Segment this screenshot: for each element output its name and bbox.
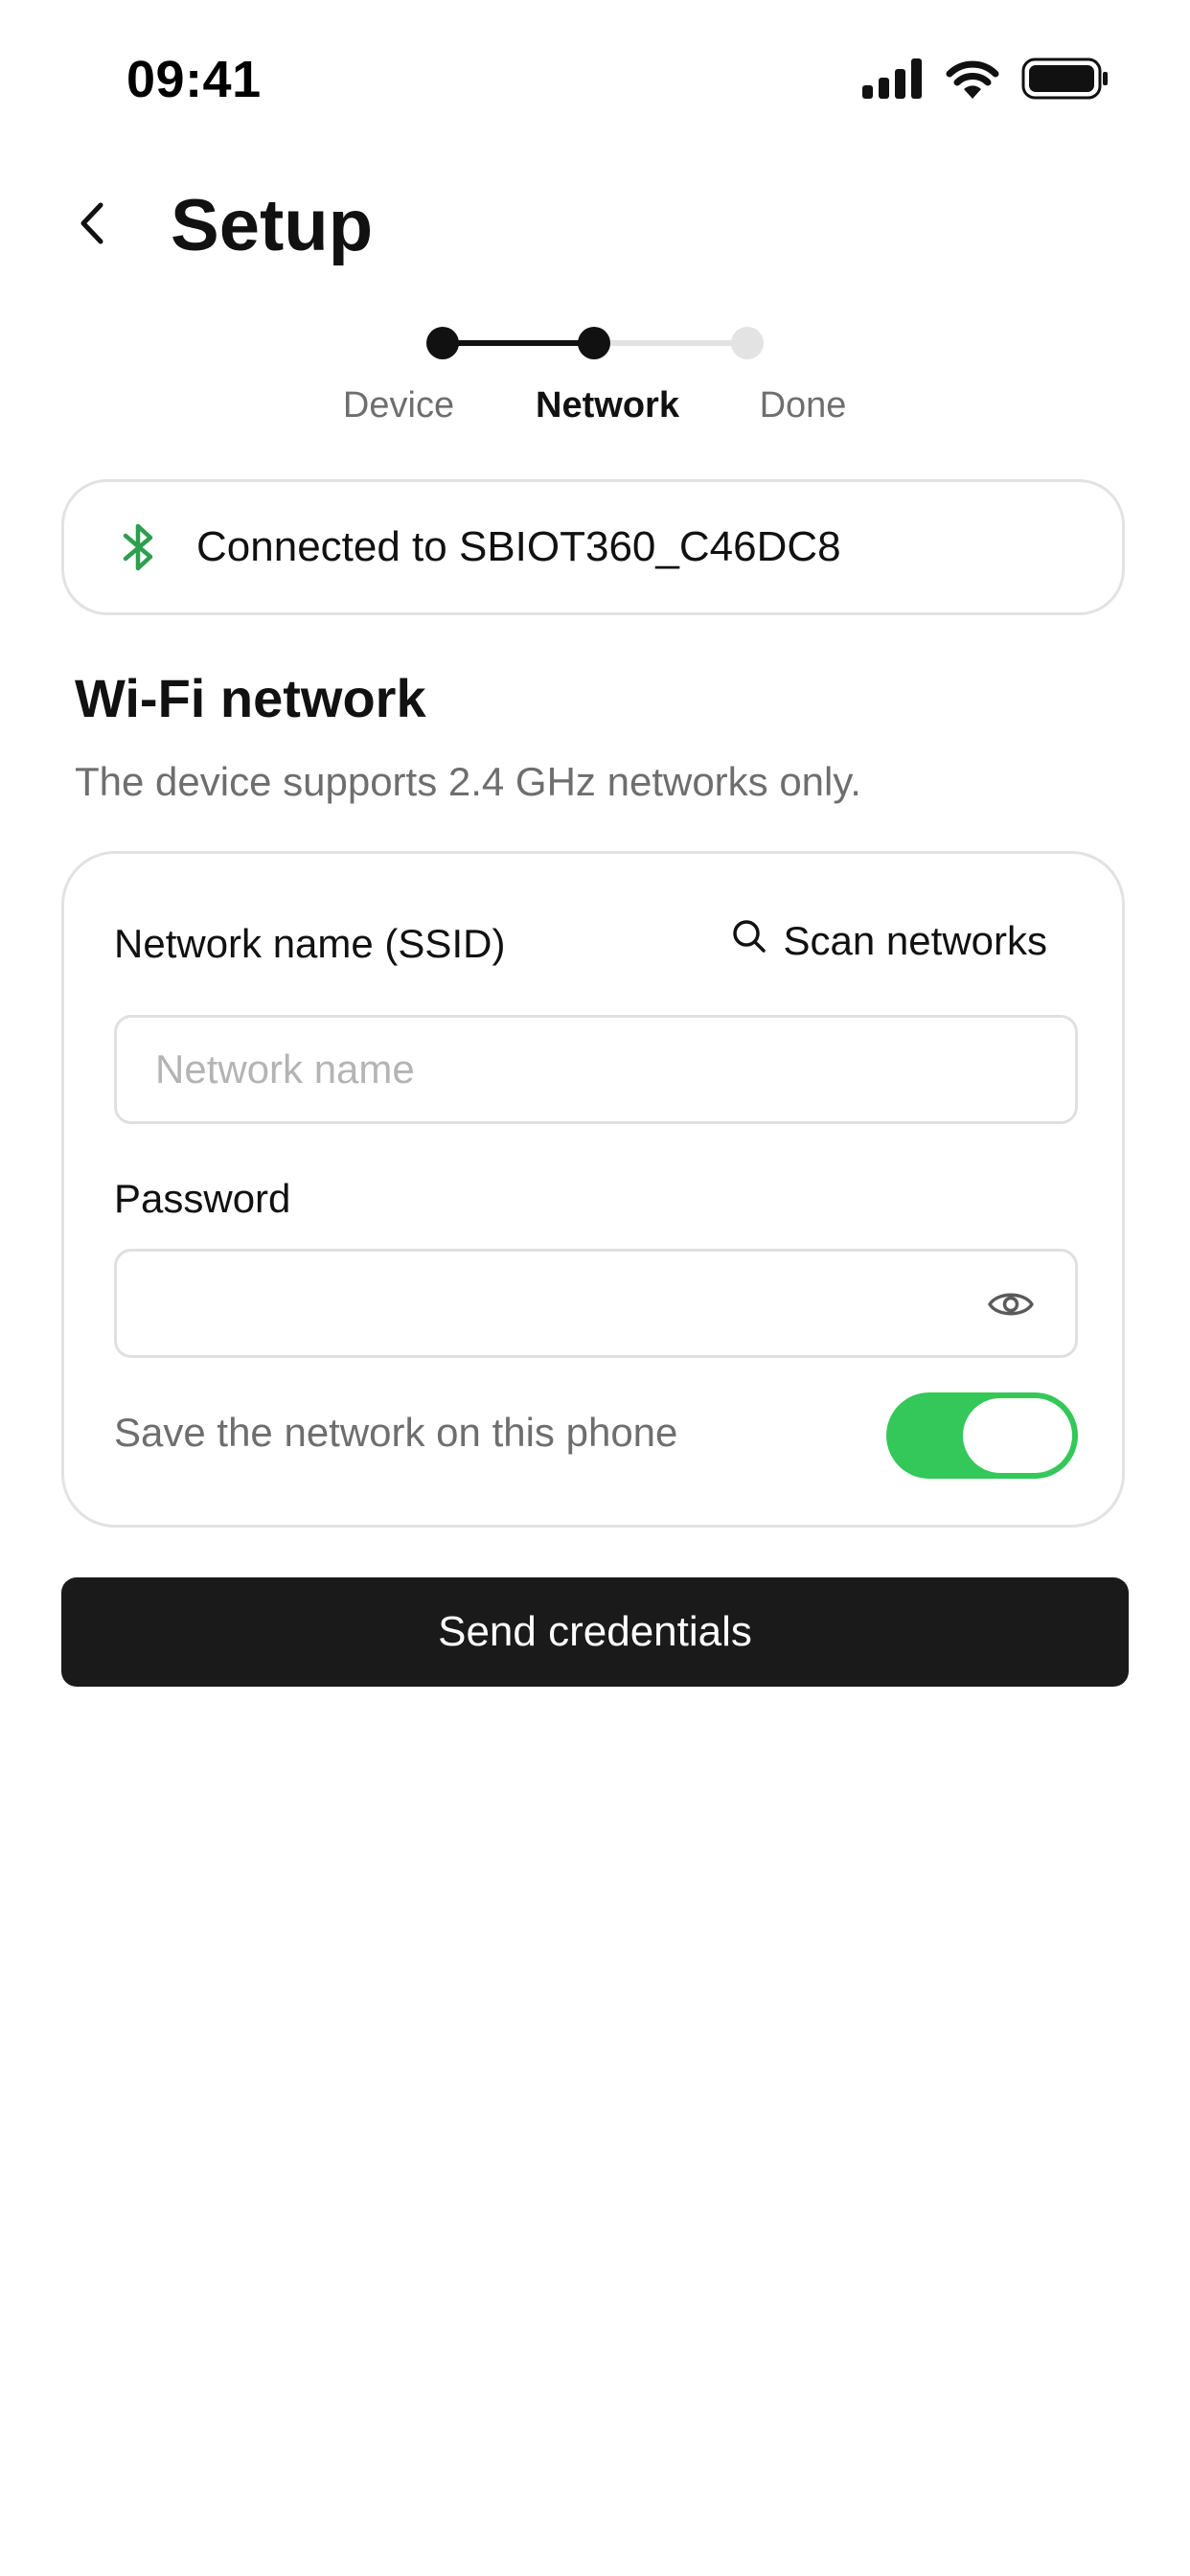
password-label: Password (114, 1176, 291, 1221)
back-button[interactable] (59, 192, 126, 259)
step-dot-network (578, 327, 610, 359)
send-credentials-button[interactable]: Send credentials (61, 1577, 1129, 1687)
battery-icon (1021, 58, 1110, 104)
wifi-form-card: Network name (SSID) Scan networks Passwo… (61, 851, 1125, 1528)
search-icon (730, 917, 768, 965)
cellular-signal-icon (862, 58, 924, 104)
eye-icon (987, 1287, 1035, 1326)
header: Setup (0, 172, 1190, 278)
toggle-knob (963, 1398, 1072, 1473)
bluetooth-icon (120, 520, 158, 574)
connection-status-card: Connected to SBIOT360_C46DC8 (61, 479, 1125, 615)
step-track (426, 327, 764, 359)
save-network-toggle[interactable] (886, 1392, 1078, 1479)
step-label-done: Done (759, 385, 847, 426)
save-network-label: Save the network on this phone (114, 1410, 678, 1455)
status-icons (862, 58, 1110, 104)
status-time: 09:41 (126, 51, 262, 108)
scan-networks-label: Scan networks (783, 918, 1047, 963)
chevron-left-icon (74, 199, 112, 252)
show-password-button[interactable] (976, 1272, 1045, 1341)
section-subtitle: The device supports 2.4 GHz networks onl… (75, 759, 861, 804)
step-dot-done (731, 327, 764, 359)
section-title: Wi-Fi network (75, 668, 426, 728)
password-input[interactable] (114, 1249, 1078, 1358)
step-label-network: Network (536, 385, 679, 426)
step-dot-device (426, 327, 459, 359)
step-label-device: Device (342, 385, 455, 426)
ssid-label: Network name (SSID) (114, 921, 506, 966)
scan-networks-button[interactable]: Scan networks (730, 917, 1047, 965)
page-title: Setup (171, 185, 374, 266)
progress-stepper: Device Network Done (0, 316, 1190, 441)
ssid-input[interactable] (114, 1015, 1078, 1124)
connection-status-text: Connected to SBIOT360_C46DC8 (196, 523, 841, 570)
wifi-icon (945, 58, 1000, 104)
status-bar: 09:41 (0, 0, 1190, 153)
